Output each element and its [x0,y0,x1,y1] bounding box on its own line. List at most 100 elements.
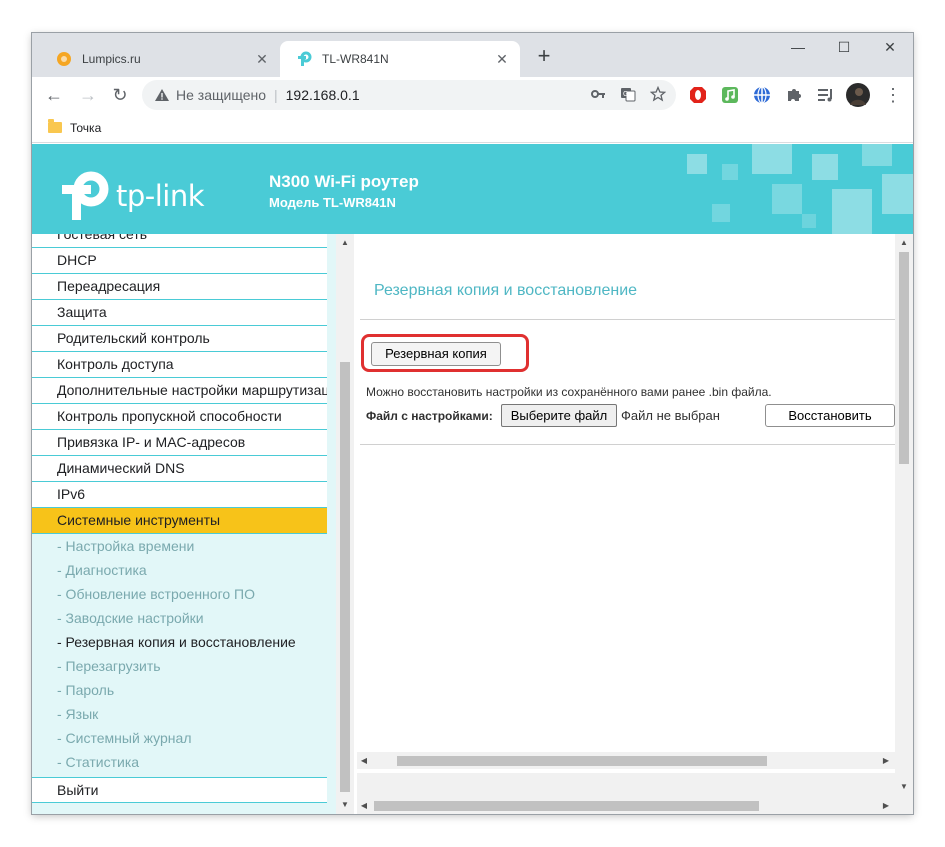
submenu-item-firmware-upgrade[interactable]: - Обновление встроенного ПО [32,582,327,606]
svg-text:G: G [623,91,628,98]
vpn-ext-icon[interactable] [752,85,772,105]
h-scroll-thumb[interactable] [397,756,767,766]
decor-square [812,154,838,180]
menu-list: Гостевая сеть DHCP Переадресация Защита … [32,234,327,803]
decor-square [772,184,802,214]
router-header: tp-link N300 Wi-Fi роутер Модель TL-WR84… [32,144,913,234]
sidebar-item-forwarding[interactable]: Переадресация [32,274,327,300]
url-text: 192.168.0.1 [285,87,360,103]
sidebar-menu: Гостевая сеть DHCP Переадресация Защита … [32,234,354,814]
submenu-item-time-settings[interactable]: - Настройка времени [32,534,327,558]
bookmark-tochka[interactable]: Точка [70,121,101,135]
tp-link-logo-mark [62,171,109,220]
outer-h-scrollbar[interactable]: ◀ ▶ [357,797,895,814]
new-tab-button[interactable]: + [532,45,556,69]
scroll-right-arrow-icon[interactable]: ▶ [879,801,893,810]
h-scroll-thumb[interactable] [374,801,759,811]
tab-strip: Lumpics.ru ✕ TL-WR841N ✕ + — ☐ ✕ [32,33,913,77]
sidebar-item-advanced-routing[interactable]: Дополнительные настройки маршрутизации [32,378,327,404]
restore-note: Можно восстановить настройки из сохранён… [366,385,772,399]
scroll-down-arrow-icon[interactable]: ▼ [895,782,913,791]
divider [360,444,895,445]
submenu-item-password[interactable]: - Пароль [32,678,327,702]
decor-square [752,144,792,174]
security-label: Не защищено [176,87,266,103]
tp-link-icon [296,51,312,67]
tab-tl-wr841n[interactable]: TL-WR841N ✕ [280,41,520,77]
content-h-scrollbar[interactable]: ◀ ▶ [357,752,895,769]
address-bar[interactable]: Не защищено | 192.168.0.1 G [142,80,676,110]
browser-window: Lumpics.ru ✕ TL-WR841N ✕ + — ☐ ✕ ← → ↻ Н… [32,33,913,814]
router-page: tp-link N300 Wi-Fi роутер Модель TL-WR84… [32,144,913,814]
menu-dots-icon[interactable]: ⋮ [884,85,902,105]
choose-file-button[interactable]: Выберите файл [501,404,617,427]
browser-toolbar: ← → ↻ Не защищено | 192.168.0.1 G ⋮ [32,77,913,113]
scroll-left-arrow-icon[interactable]: ◀ [357,801,371,810]
close-tab-icon[interactable]: ✕ [494,51,510,68]
sidebar-item-ipv6[interactable]: IPv6 [32,482,327,508]
router-title: N300 Wi-Fi роутер [269,172,419,191]
sidebar-item-access-control[interactable]: Контроль доступа [32,352,327,378]
tab-title: TL-WR841N [322,52,389,66]
submenu-item-language[interactable]: - Язык [32,702,327,726]
orange-circle-icon [56,51,72,67]
key-icon[interactable] [590,86,606,105]
media-control-icon[interactable] [816,85,836,105]
sidebar-item-system-tools[interactable]: Системные инструменты [32,508,327,534]
sidebar-item-security[interactable]: Защита [32,300,327,326]
warning-icon[interactable] [154,87,170,103]
backup-button[interactable]: Резервная копия [371,342,501,366]
scroll-down-arrow-icon[interactable]: ▼ [336,800,354,809]
submenu-item-diagnostics[interactable]: - Диагностика [32,558,327,582]
minimize-button[interactable]: — [775,33,821,63]
submenu-item-system-log[interactable]: - Системный журнал [32,726,327,750]
decor-square [882,174,913,214]
decor-square [802,214,816,228]
sidebar-scrollbar[interactable]: ▲ ▼ [336,234,354,814]
maximize-button[interactable]: ☐ [821,33,867,63]
forward-button[interactable]: → [76,83,100,107]
tp-link-logo: tp-link [58,170,205,222]
v-scroll-thumb[interactable] [899,252,909,464]
close-window-button[interactable]: ✕ [867,33,913,63]
restore-button[interactable]: Восстановить [765,404,895,427]
submenu-item-backup-restore[interactable]: - Резервная копия и восстановление [32,630,327,654]
opera-ext-icon[interactable] [688,85,708,105]
close-tab-icon[interactable]: ✕ [254,51,270,68]
omnibox-actions: G [590,85,667,105]
reload-button[interactable]: ↻ [108,83,132,107]
translate-icon[interactable]: G [620,86,636,105]
extensions-puzzle-icon[interactable] [784,85,804,105]
main-content: Резервная копия и восстановление Резервн… [354,234,913,814]
decor-square [722,164,738,180]
sidebar-item-bandwidth-control[interactable]: Контроль пропускной способности [32,404,327,430]
router-model: Модель TL-WR841N [269,195,396,210]
submenu-item-factory-defaults[interactable]: - Заводские настройки [32,606,327,630]
scroll-up-arrow-icon[interactable]: ▲ [336,238,354,247]
scroll-left-arrow-icon[interactable]: ◀ [357,756,371,765]
sidebar-item-dynamic-dns[interactable]: Динамический DNS [32,456,327,482]
brand-name: tp-link [116,179,205,213]
back-button[interactable]: ← [42,83,66,107]
scroll-right-arrow-icon[interactable]: ▶ [879,756,893,765]
music-ext-icon[interactable] [720,85,740,105]
scroll-up-arrow-icon[interactable]: ▲ [895,238,913,247]
decor-square [687,154,707,174]
sidebar-item-parental-control[interactable]: Родительский контроль [32,326,327,352]
bookmarks-bar: Точка [32,113,913,143]
content-v-scrollbar[interactable]: ▲ ▼ [895,234,913,814]
sidebar-scroll-thumb[interactable] [340,362,350,792]
decor-square [862,144,892,166]
address-separator: | [274,87,278,103]
sidebar-item-logout[interactable]: Выйти [32,777,327,803]
divider [360,319,895,320]
submenu-item-statistics[interactable]: - Статистика [32,750,327,774]
sidebar-item-guest-network[interactable]: Гостевая сеть [32,234,327,248]
folder-icon [48,119,62,133]
sidebar-item-ip-mac-binding[interactable]: Привязка IP- и MAC-адресов [32,430,327,456]
submenu-item-reboot[interactable]: - Перезагрузить [32,654,327,678]
sidebar-item-dhcp[interactable]: DHCP [32,248,327,274]
profile-avatar[interactable] [846,83,870,107]
star-icon[interactable] [649,85,667,105]
tab-lumpics[interactable]: Lumpics.ru ✕ [40,41,280,77]
